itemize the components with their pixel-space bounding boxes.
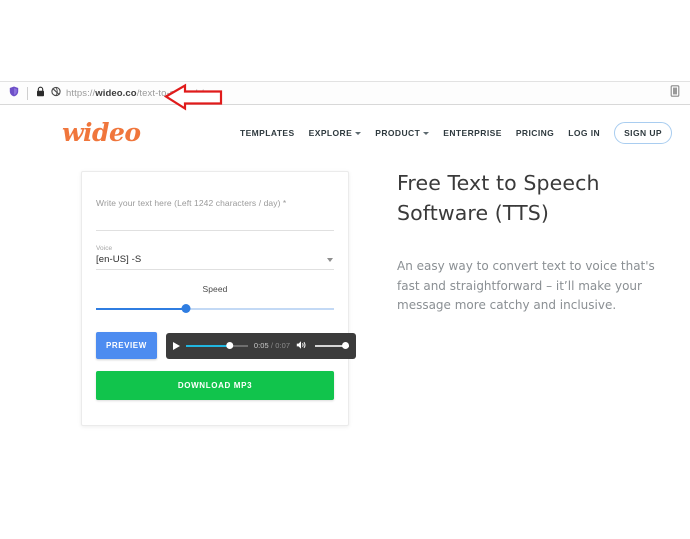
nav-item-product[interactable]: PRODUCT [375, 127, 430, 138]
nav-label: EXPLORE [308, 127, 353, 138]
nav-item-login[interactable]: LOG IN [568, 128, 600, 138]
nav-label: PRODUCT [375, 127, 421, 138]
nav-label: TEMPLATES [239, 127, 295, 138]
text-input-field[interactable]: Write your text here (Left 1242 characte… [96, 198, 334, 231]
audio-progress-fill [185, 344, 230, 347]
audio-progress-slider[interactable] [185, 341, 248, 351]
audio-progress-thumb[interactable] [226, 341, 234, 349]
speed-slider-thumb[interactable] [181, 304, 191, 313]
nav-item-enterprise[interactable]: ENTERPRISE [443, 128, 502, 138]
privacy-tracker-icon[interactable] [51, 84, 61, 102]
preview-button[interactable]: PREVIEW [96, 332, 157, 359]
url-text[interactable]: https://wideo.co/text-to-speech/ [66, 88, 204, 99]
url-bar-divider [27, 86, 28, 100]
url-bar-right-icons [670, 84, 690, 102]
chevron-down-icon [327, 258, 333, 262]
play-icon[interactable] [172, 341, 180, 350]
tts-form-card: Write your text here (Left 1242 characte… [81, 171, 357, 426]
url-path: /text-to-speech/ [136, 87, 204, 99]
reader-view-icon[interactable] [670, 84, 680, 102]
voice-select-label: Voice [96, 245, 113, 252]
nav-label: LOG IN [568, 127, 601, 138]
page-title: Free Text to Speech Software (TTS) [397, 169, 669, 228]
sign-up-button[interactable]: SIGN UP [614, 121, 672, 144]
voice-select-value: [en-US] -S [96, 254, 142, 265]
main-content: Write your text here (Left 1242 characte… [0, 155, 690, 455]
audio-total-time: 0:07 [275, 341, 291, 350]
browser-url-bar[interactable]: https://wideo.co/text-to-speech/ [0, 81, 690, 105]
url-host: wideo.co [95, 87, 137, 99]
lock-icon[interactable] [36, 84, 45, 102]
chevron-down-icon [355, 131, 362, 135]
speed-slider-fill [96, 308, 187, 310]
volume-slider-thumb[interactable] [341, 341, 350, 349]
playback-controls-row: PREVIEW 0:05 / 0:07 [96, 332, 357, 359]
page-title-line-1: Free Text to Speech [397, 171, 600, 195]
audio-player[interactable]: 0:05 / 0:07 [165, 332, 357, 359]
hero-section: Free Text to Speech Software (TTS) An ea… [397, 169, 669, 316]
wideo-logo[interactable]: wideo [62, 120, 141, 145]
nav-item-explore[interactable]: EXPLORE [309, 128, 362, 138]
speed-control: Speed [96, 284, 334, 315]
nav-item-pricing[interactable]: PRICING [516, 128, 554, 138]
nav-item-templates[interactable]: TEMPLATES [240, 128, 295, 138]
voice-select[interactable]: Voice [en-US] -S [96, 245, 334, 270]
nav-label: PRICING [515, 127, 555, 138]
audio-current-time: 0:05 [253, 341, 269, 350]
audio-time-display: 0:05 / 0:07 [254, 341, 290, 350]
speaker-icon[interactable] [296, 337, 307, 355]
speed-slider[interactable] [96, 303, 334, 315]
speed-label: Speed [202, 284, 228, 294]
nav-label: ENTERPRISE [443, 127, 502, 138]
text-input-placeholder: Write your text here (Left 1242 characte… [96, 198, 287, 208]
site-header: wideo TEMPLATES EXPLORE PRODUCT ENTERPRI… [0, 110, 690, 155]
chevron-down-icon [423, 131, 430, 135]
page-title-line-2: Software (TTS) [397, 200, 550, 225]
main-navigation: TEMPLATES EXPLORE PRODUCT ENTERPRISE PRI… [240, 121, 672, 144]
audio-time-separator: / [270, 341, 274, 350]
url-bar-left-icons [0, 84, 61, 102]
volume-slider[interactable] [315, 341, 350, 351]
url-scheme: https:// [66, 87, 96, 99]
hero-description: An easy way to convert text to voice tha… [397, 259, 655, 313]
download-mp3-button[interactable]: DOWNLOAD MP3 [96, 371, 334, 400]
shield-icon[interactable] [9, 84, 19, 102]
